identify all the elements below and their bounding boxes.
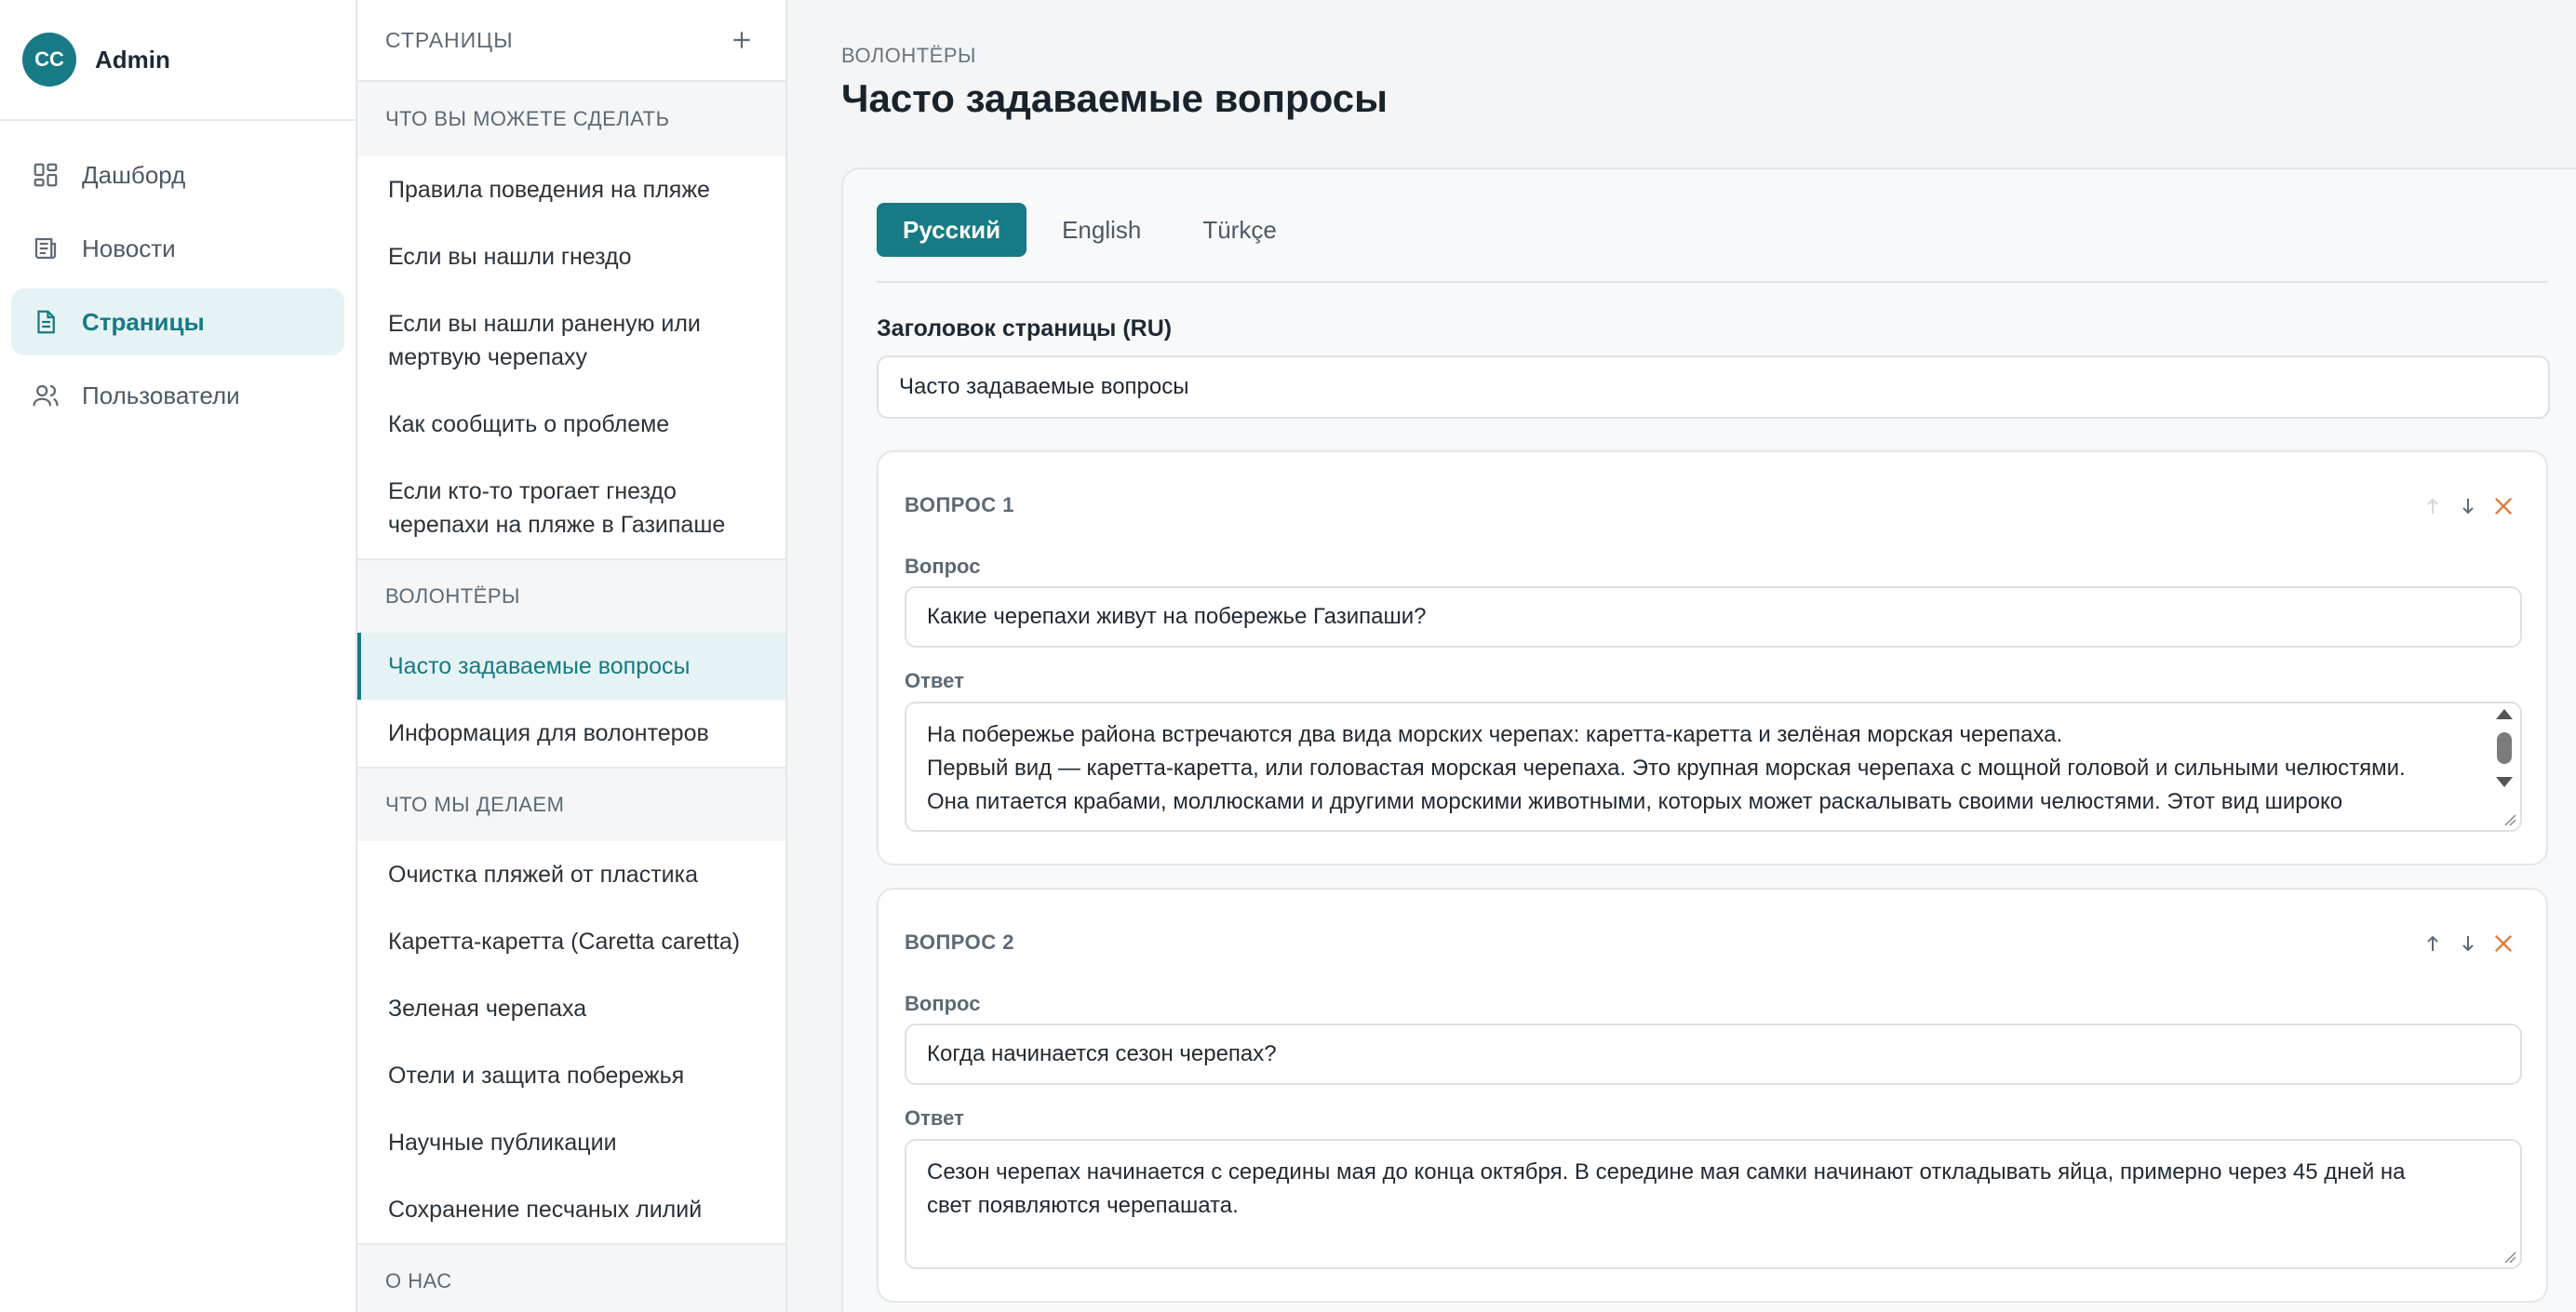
nav-item-news[interactable]: Новости bbox=[11, 215, 344, 282]
question-label: Вопрос bbox=[905, 555, 981, 578]
page-group-title: ЧТО МЫ ДЕЛАЕМ bbox=[357, 767, 785, 841]
answer-line: Сезон черепах начинается с середины мая … bbox=[927, 1159, 2406, 1185]
close-icon bbox=[2495, 935, 2512, 952]
pages-panel: СТРАНИЦЫ ЧТО ВЫ МОЖЕТЕ СДЕЛАТЬ Правила п… bbox=[357, 0, 787, 1312]
editor-card: Русский English Türkçe Заголовок страниц… bbox=[841, 167, 2576, 1312]
document-icon bbox=[32, 308, 60, 336]
move-down-button[interactable] bbox=[2451, 489, 2485, 523]
dashboard-icon bbox=[32, 161, 60, 189]
delete-question-button[interactable] bbox=[2487, 927, 2520, 960]
page-list-item-active[interactable]: Часто задаваемые вопросы bbox=[357, 633, 785, 700]
answer-line: Первый вид — каретта-каретта, или голова… bbox=[927, 756, 2406, 781]
arrow-down-icon bbox=[2462, 499, 2474, 515]
answer-label: Ответ bbox=[905, 1106, 964, 1130]
user-profile[interactable]: CC Admin bbox=[0, 0, 356, 121]
page-list-item[interactable]: Очистка пляжей от пластика bbox=[357, 841, 785, 908]
avatar: CC bbox=[22, 33, 76, 87]
question-input[interactable]: Когда начинается сезон черепах? bbox=[905, 1024, 2522, 1085]
question-heading: ВОПРОС 1 bbox=[905, 493, 1014, 516]
user-name: Admin bbox=[95, 45, 170, 74]
scroll-thumb[interactable] bbox=[2497, 732, 2512, 764]
question-input[interactable]: Какие черепахи живут на побережье Газипа… bbox=[905, 586, 2522, 648]
arrow-up-icon bbox=[2427, 935, 2438, 951]
scroll-up-icon bbox=[2496, 709, 2513, 719]
arrow-up-icon bbox=[2427, 498, 2438, 514]
page-title-label: Заголовок страницы (RU) bbox=[877, 315, 1173, 341]
question-actions bbox=[2414, 927, 2520, 960]
question-card: ВОПРОС 2 Вопрос Когда начинается сезон ч… bbox=[877, 888, 2548, 1303]
page-group-title: О НАС bbox=[357, 1243, 785, 1312]
answer-textarea[interactable]: На побережье района встречаются два вида… bbox=[905, 702, 2522, 832]
move-down-button[interactable] bbox=[2451, 927, 2485, 960]
plus-icon bbox=[733, 32, 750, 48]
tab-russian[interactable]: Русский bbox=[877, 203, 1027, 257]
nav-item-dashboard[interactable]: Дашборд bbox=[11, 141, 344, 208]
add-page-button[interactable] bbox=[728, 26, 756, 54]
breadcrumb: ВОЛОНТЁРЫ bbox=[841, 44, 977, 67]
answer-line: свет появляются черепашата. bbox=[927, 1193, 1239, 1218]
tab-english[interactable]: English bbox=[1036, 203, 1167, 257]
page-group-title: ЧТО ВЫ МОЖЕТЕ СДЕЛАТЬ bbox=[357, 82, 785, 156]
page-list-item[interactable]: Отели и защита побережья bbox=[357, 1042, 785, 1109]
page-list-item[interactable]: Правила поведения на пляже bbox=[357, 156, 785, 223]
language-tabs: Русский English Türkçe bbox=[877, 203, 2548, 283]
move-up-button[interactable] bbox=[2416, 927, 2449, 960]
resize-handle-icon[interactable] bbox=[2502, 1249, 2516, 1264]
page-list-item[interactable]: Если кто-то трогает гнездо черепахи на п… bbox=[357, 458, 785, 558]
tab-turkish[interactable]: Türkçe bbox=[1176, 203, 1302, 257]
page-title-input[interactable]: Часто задаваемые вопросы bbox=[877, 355, 2550, 419]
close-icon bbox=[2495, 498, 2512, 515]
nav-item-label: Пользователи bbox=[82, 381, 240, 409]
nav-item-pages[interactable]: Страницы bbox=[11, 288, 344, 355]
nav-item-users[interactable]: Пользователи bbox=[11, 362, 344, 429]
page-list-item[interactable]: Информация для волонтеров bbox=[357, 700, 785, 767]
page-list-item[interactable]: Сохранение песчаных лилий bbox=[357, 1176, 785, 1243]
page-list-item[interactable]: Каретта-каретта (Caretta caretta) bbox=[357, 908, 785, 975]
main-sidebar: CC Admin Дашборд Новости Страницы Пользо… bbox=[0, 0, 357, 1312]
page-list-item[interactable]: Как сообщить о проблеме bbox=[357, 391, 785, 458]
page-list-item[interactable]: Зеленая черепаха bbox=[357, 975, 785, 1042]
answer-line: Она питается крабами, моллюсками и други… bbox=[927, 789, 2343, 814]
nav-item-label: Страницы bbox=[82, 307, 205, 336]
page-title: Часто задаваемые вопросы bbox=[841, 76, 1388, 120]
nav-item-label: Новости bbox=[82, 234, 176, 262]
pages-panel-title: СТРАНИЦЫ bbox=[385, 27, 514, 52]
users-icon bbox=[32, 382, 60, 409]
nav-list: Дашборд Новости Страницы Пользователи bbox=[0, 121, 356, 456]
newspaper-icon bbox=[32, 234, 60, 262]
page-group-title: ВОЛОНТЁРЫ bbox=[357, 558, 785, 633]
question-actions bbox=[2414, 489, 2520, 523]
answer-line: На побережье района встречаются два вида… bbox=[927, 722, 2063, 747]
page-list-item[interactable]: Если вы нашли раненую или мертвую черепа… bbox=[357, 290, 785, 391]
move-up-button[interactable] bbox=[2416, 489, 2449, 523]
pages-panel-header: СТРАНИЦЫ bbox=[357, 0, 785, 82]
delete-question-button[interactable] bbox=[2487, 489, 2520, 523]
question-heading: ВОПРОС 2 bbox=[905, 930, 1014, 954]
textarea-scrollbar[interactable] bbox=[2494, 709, 2515, 811]
scroll-down-icon bbox=[2496, 777, 2513, 787]
page-list-item[interactable]: Научные публикации bbox=[357, 1109, 785, 1176]
resize-handle-icon[interactable] bbox=[2502, 811, 2516, 826]
question-card: ВОПРОС 1 Вопрос Какие черепахи живут на … bbox=[877, 450, 2548, 865]
question-label: Вопрос bbox=[905, 992, 981, 1015]
arrow-down-icon bbox=[2462, 936, 2474, 952]
answer-label: Ответ bbox=[905, 669, 964, 692]
nav-item-label: Дашборд bbox=[82, 160, 186, 189]
main-content: ВОЛОНТЁРЫ Часто задаваемые вопросы Русск… bbox=[787, 0, 2576, 1312]
page-list-item[interactable]: Если вы нашли гнездо bbox=[357, 223, 785, 290]
answer-textarea[interactable]: Сезон черепах начинается с середины мая … bbox=[905, 1139, 2522, 1269]
